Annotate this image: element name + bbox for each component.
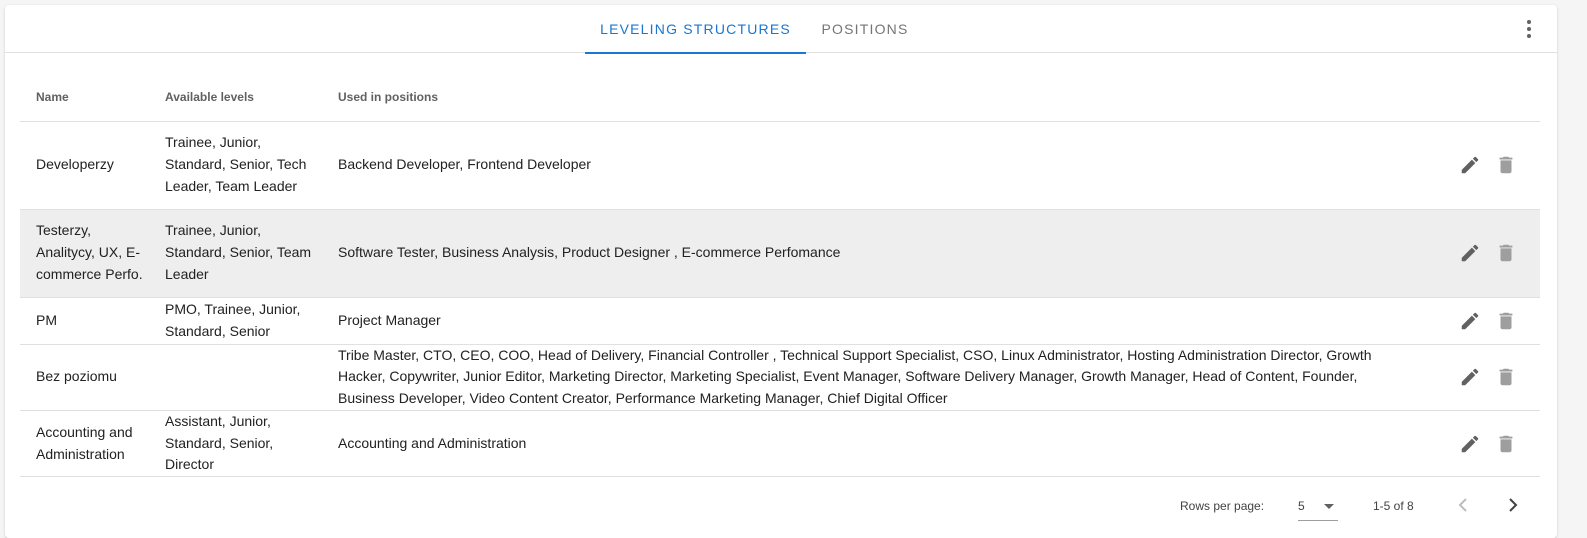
pencil-icon	[1461, 368, 1479, 386]
delete-button[interactable]	[1494, 241, 1518, 265]
delete-button[interactable]	[1494, 309, 1518, 333]
cell-available-levels: Trainee, Junior, Standard, Senior, Tech …	[149, 121, 322, 210]
cell-used-in-positions: Accounting and Administration	[322, 410, 1424, 478]
rows-per-page-label: Rows per page:	[1180, 499, 1265, 513]
pencil-icon	[1461, 156, 1479, 174]
cell-actions	[1424, 344, 1540, 411]
cell-available-levels: Assistant, Junior, Standard, Senior, Dir…	[149, 410, 322, 478]
cell-name: PM	[20, 297, 149, 345]
cell-name: Developerzy	[20, 121, 149, 210]
cell-actions	[1424, 410, 1540, 478]
chevron-right-icon	[1509, 498, 1518, 512]
caret-down-icon	[1324, 504, 1334, 509]
more-options-button[interactable]	[1515, 15, 1543, 43]
trash-icon	[1499, 156, 1513, 174]
column-header-name[interactable]: Name	[20, 73, 149, 122]
column-header-actions	[1424, 73, 1540, 122]
cell-used-in-positions: Project Manager	[322, 297, 1424, 345]
pencil-icon	[1461, 435, 1479, 452]
chevron-left-icon	[1458, 498, 1467, 512]
cell-name: Testerzy, Analitycy, UX, E-commerce Perf…	[20, 209, 149, 298]
trash-icon	[1499, 244, 1513, 262]
tab-leveling-structures[interactable]: LEVELING STRUCTURES	[585, 5, 806, 54]
delete-button[interactable]	[1494, 153, 1518, 177]
edit-button[interactable]	[1458, 365, 1482, 389]
column-header-available-levels[interactable]: Available levels	[149, 73, 322, 122]
cell-actions	[1424, 297, 1540, 345]
tab-positions[interactable]: POSITIONS	[806, 5, 924, 53]
table-pagination: Rows per page: 5 1-5 of 8	[5, 481, 1557, 529]
cell-name: Bez poziomu	[20, 344, 149, 411]
table-row[interactable]: Testerzy, Analitycy, UX, E-commerce Perf…	[20, 209, 1540, 298]
cell-actions	[1424, 121, 1540, 210]
cell-actions	[1424, 209, 1540, 298]
more-vert-icon	[1527, 20, 1531, 38]
trash-icon	[1499, 312, 1513, 329]
tab-bar: LEVELING STRUCTURES POSITIONS	[5, 5, 1557, 54]
edit-button[interactable]	[1458, 309, 1482, 333]
trash-icon	[1499, 368, 1513, 386]
delete-button[interactable]	[1494, 365, 1518, 389]
trash-icon	[1499, 435, 1513, 452]
delete-button[interactable]	[1494, 432, 1518, 456]
pagination-range: 1-5 of 8	[1373, 499, 1414, 513]
pencil-icon	[1461, 312, 1479, 329]
next-page-button[interactable]	[1501, 493, 1525, 517]
previous-page-button[interactable]	[1451, 493, 1475, 517]
cell-available-levels: Trainee, Junior, Standard, Senior, Team …	[149, 209, 322, 298]
edit-button[interactable]	[1458, 153, 1482, 177]
table-row[interactable]: Bez poziomu Tribe Master, CTO, CEO, COO, …	[20, 344, 1540, 411]
cell-used-in-positions: Software Tester, Business Analysis, Prod…	[322, 209, 1424, 298]
table-row[interactable]: Developerzy Trainee, Junior, Standard, Se…	[20, 121, 1540, 210]
leveling-structures-card: LEVELING STRUCTURES POSITIONS Name Avail…	[5, 5, 1557, 538]
table-row[interactable]: PM PMO, Trainee, Junior, Standard, Senior…	[20, 297, 1540, 345]
pencil-icon	[1461, 244, 1479, 262]
edit-button[interactable]	[1458, 241, 1482, 265]
leveling-table: Name Available levels Used in positions …	[20, 73, 1540, 478]
table-row[interactable]: Accounting and Administration Assistant, …	[20, 410, 1540, 478]
rows-per-page-value: 5	[1298, 499, 1305, 513]
cell-name: Accounting and Administration	[20, 410, 149, 478]
table-header-row: Name Available levels Used in positions	[20, 73, 1540, 122]
cell-used-in-positions: Backend Developer, Frontend Developer	[322, 121, 1424, 210]
column-header-used-in-positions[interactable]: Used in positions	[322, 73, 1424, 122]
rows-per-page-select[interactable]: 5	[1298, 493, 1338, 521]
cell-available-levels	[149, 344, 322, 411]
cell-used-in-positions: Tribe Master, CTO, CEO, COO, Head of Del…	[322, 344, 1424, 411]
edit-button[interactable]	[1458, 432, 1482, 456]
cell-available-levels: PMO, Trainee, Junior, Standard, Senior	[149, 297, 322, 345]
